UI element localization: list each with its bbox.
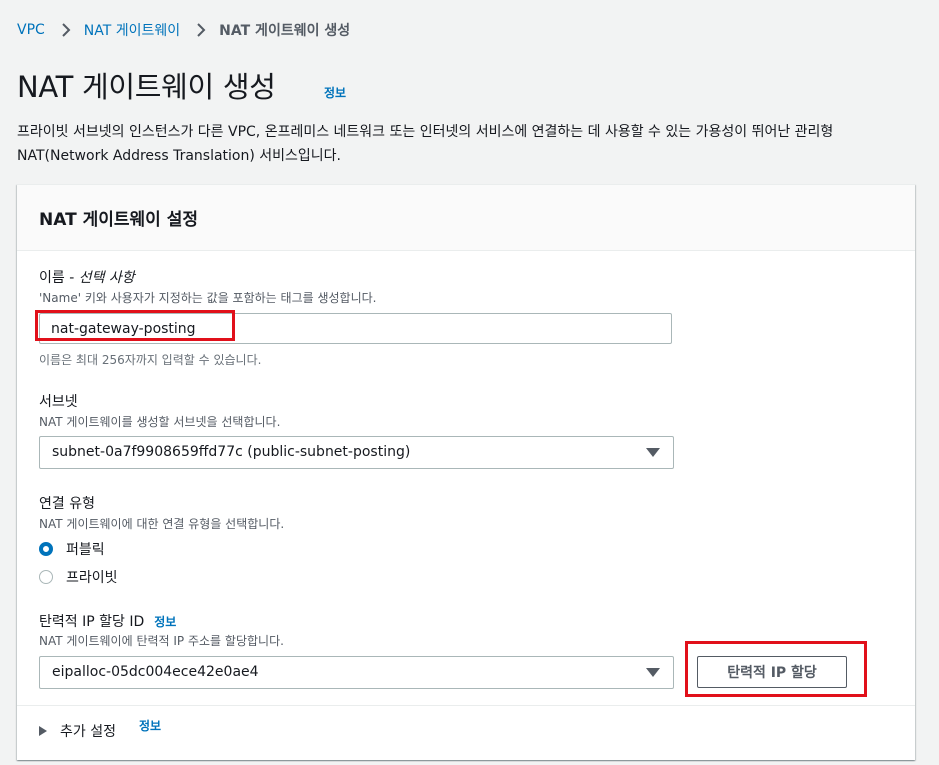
chevron-right-icon — [194, 23, 208, 37]
subnet-select-value: subnet-0a7f9908659ffd77c (public-subnet-… — [52, 444, 411, 460]
additional-settings-info-link[interactable]: 정보 — [139, 717, 161, 734]
name-hint: 이름은 최대 256자까지 입력할 수 있습니다. — [39, 353, 262, 367]
eip-select-value: eipalloc-05dc004ece42e0ae4 — [52, 664, 259, 680]
radio-unselected-icon — [39, 570, 53, 584]
panel-header: NAT 게이트웨이 설정 — [17, 185, 915, 251]
eip-description: NAT 게이트웨이에 탄력적 IP 주소를 할당합니다. — [39, 634, 284, 648]
name-optional-label: 선택 사항 — [78, 270, 135, 286]
name-input[interactable] — [39, 313, 672, 344]
subnet-description: NAT 게이트웨이를 생성할 서브넷을 선택합니다. — [39, 415, 281, 429]
caret-down-icon — [646, 668, 660, 677]
additional-settings-label: 추가 설정 — [60, 724, 116, 740]
page-title: NAT 게이트웨이 생성 — [17, 70, 276, 104]
name-label: 이름 - 선택 사항 — [39, 270, 135, 286]
subnet-select[interactable]: subnet-0a7f9908659ffd77c (public-subnet-… — [39, 436, 674, 469]
connectivity-label: 연결 유형 — [39, 496, 95, 512]
breadcrumb: VPC NAT 게이트웨이 NAT 게이트웨이 생성 — [17, 19, 350, 41]
allocate-elastic-ip-button[interactable]: 탄력적 IP 할당 — [697, 656, 847, 688]
breadcrumb-vpc-link[interactable]: VPC — [17, 22, 45, 38]
eip-allocation-select[interactable]: eipalloc-05dc004ece42e0ae4 — [39, 656, 674, 689]
name-description: 'Name' 키와 사용자가 지정하는 값을 포함하는 태그를 생성합니다. — [39, 291, 377, 305]
subnet-label: 서브넷 — [39, 394, 78, 410]
connectivity-option-label: 퍼블릭 — [66, 542, 105, 558]
page-description: 프라이빗 서브넷의 인스턴스가 다른 VPC, 온프레미스 네트워크 또는 인터… — [17, 124, 834, 164]
eip-label: 탄력적 IP 할당 ID 정보 — [39, 614, 177, 630]
breadcrumb-nat-gateway-link[interactable]: NAT 게이트웨이 — [84, 20, 180, 40]
connectivity-radio-private[interactable]: 프라이빗 — [39, 567, 118, 587]
caret-right-icon — [39, 726, 47, 736]
nat-gateway-settings-panel: NAT 게이트웨이 설정 이름 - 선택 사항 'Name' 키와 사용자가 지… — [17, 184, 915, 760]
page-info-link[interactable]: 정보 — [324, 84, 346, 101]
breadcrumb-current: NAT 게이트웨이 생성 — [219, 23, 351, 39]
connectivity-radio-public[interactable]: 퍼블릭 — [39, 539, 105, 559]
chevron-right-icon — [59, 23, 73, 37]
additional-settings-expander[interactable]: 추가 설정 — [39, 721, 116, 741]
radio-selected-icon — [39, 542, 53, 556]
panel-title: NAT 게이트웨이 설정 — [39, 210, 198, 230]
eip-info-link[interactable]: 정보 — [154, 615, 176, 629]
connectivity-description: NAT 게이트웨이에 대한 연결 유형을 선택합니다. — [39, 517, 285, 531]
connectivity-option-label: 프라이빗 — [66, 570, 118, 586]
caret-down-icon — [646, 448, 660, 457]
divider — [17, 705, 915, 706]
